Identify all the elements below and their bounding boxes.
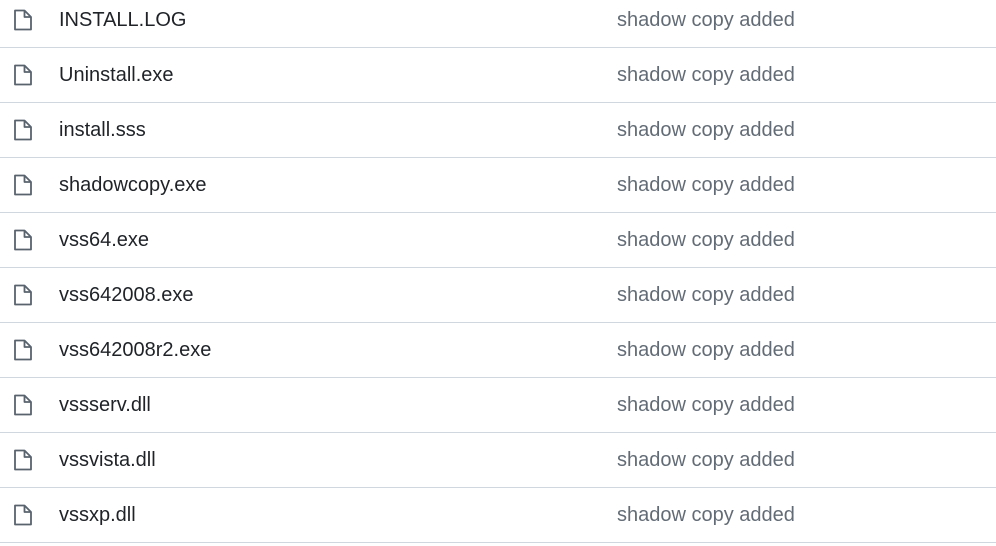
file-row[interactable]: vss642008.exe shadow copy added — [0, 268, 996, 323]
commit-message-link[interactable]: shadow copy added — [617, 268, 795, 322]
file-icon — [13, 228, 33, 252]
file-icon — [13, 173, 33, 197]
commit-message-link[interactable]: shadow copy added — [617, 323, 795, 377]
file-name-link[interactable]: shadowcopy.exe — [59, 158, 207, 212]
file-list: INSTALL.LOG shadow copy added Uninstall.… — [0, 0, 996, 543]
file-icon — [13, 118, 33, 142]
commit-message-link[interactable]: shadow copy added — [617, 488, 795, 542]
commit-message-link[interactable]: shadow copy added — [617, 378, 795, 432]
commit-message-link[interactable]: shadow copy added — [617, 0, 795, 47]
file-name-link[interactable]: vssvista.dll — [59, 433, 156, 487]
file-row[interactable]: vssxp.dll shadow copy added — [0, 488, 996, 543]
file-row[interactable]: vss64.exe shadow copy added — [0, 213, 996, 268]
commit-message-link[interactable]: shadow copy added — [617, 433, 795, 487]
file-name-link[interactable]: install.sss — [59, 103, 146, 157]
file-icon — [13, 283, 33, 307]
file-name-link[interactable]: vssserv.dll — [59, 378, 151, 432]
commit-message-link[interactable]: shadow copy added — [617, 48, 795, 102]
file-row[interactable]: shadowcopy.exe shadow copy added — [0, 158, 996, 213]
file-name-link[interactable]: vss642008r2.exe — [59, 323, 211, 377]
file-icon — [13, 448, 33, 472]
file-icon — [13, 338, 33, 362]
file-name-link[interactable]: vss64.exe — [59, 213, 149, 267]
file-row[interactable]: vssvista.dll shadow copy added — [0, 433, 996, 488]
commit-message-link[interactable]: shadow copy added — [617, 213, 795, 267]
file-row[interactable]: vssserv.dll shadow copy added — [0, 378, 996, 433]
file-row[interactable]: Uninstall.exe shadow copy added — [0, 48, 996, 103]
file-icon — [13, 63, 33, 87]
file-name-link[interactable]: Uninstall.exe — [59, 48, 174, 102]
file-row[interactable]: vss642008r2.exe shadow copy added — [0, 323, 996, 378]
commit-message-link[interactable]: shadow copy added — [617, 103, 795, 157]
file-icon — [13, 393, 33, 417]
file-row[interactable]: install.sss shadow copy added — [0, 103, 996, 158]
file-name-link[interactable]: vssxp.dll — [59, 488, 136, 542]
file-row[interactable]: INSTALL.LOG shadow copy added — [0, 0, 996, 48]
file-name-link[interactable]: INSTALL.LOG — [59, 0, 186, 47]
file-icon — [13, 503, 33, 527]
commit-message-link[interactable]: shadow copy added — [617, 158, 795, 212]
file-icon — [13, 8, 33, 32]
file-name-link[interactable]: vss642008.exe — [59, 268, 194, 322]
